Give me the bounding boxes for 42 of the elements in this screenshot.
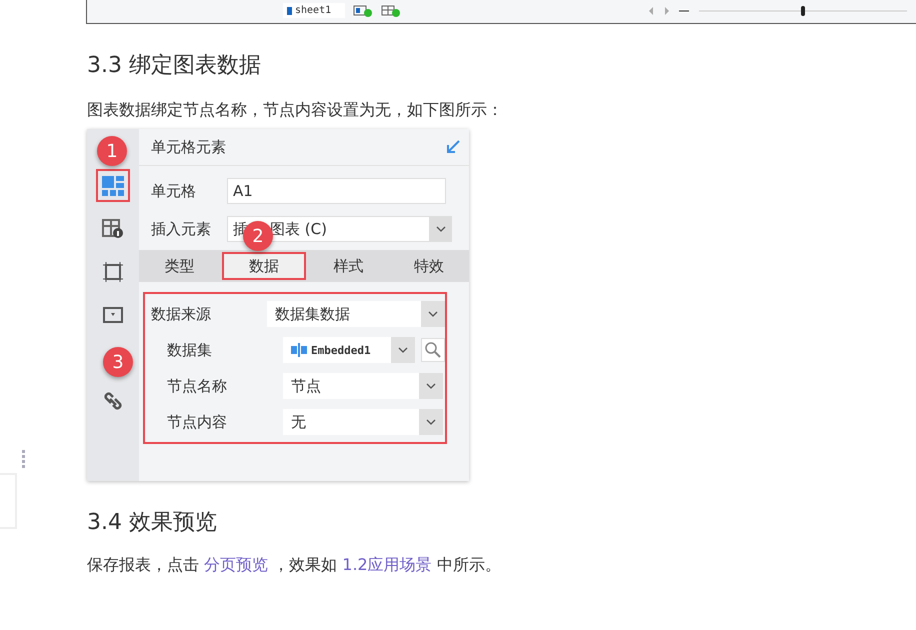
dataset-icon (291, 343, 307, 357)
body-text: ，效果如 (273, 555, 338, 574)
field-label: 节点内容 (166, 412, 228, 432)
field-label: 数据集 (166, 340, 213, 360)
cell-input-field[interactable]: A1 (227, 178, 446, 204)
field-label: 节点名称 (166, 376, 228, 396)
section-heading: 3.3 绑定图表数据 (87, 52, 262, 80)
dropdown-widget-icon[interactable] (103, 306, 123, 322)
border-icon[interactable] (103, 262, 123, 282)
intro-text: 图表数据绑定节点名称，节点内容设置为无，如下图所示： (87, 100, 503, 121)
caret-icon[interactable] (428, 311, 438, 317)
link[interactable]: 分页预览 (204, 555, 268, 574)
tab[interactable]: 数据 (222, 252, 306, 280)
field-label: 单元格 (151, 182, 197, 200)
tab[interactable]: 类型 (139, 252, 220, 280)
tab[interactable]: 样式 (308, 252, 388, 280)
body-text: 中所示。 (436, 555, 501, 574)
select-dropdown[interactable]: 数据集数据 (267, 301, 421, 327)
select-dropdown[interactable]: 节点 (283, 373, 419, 399)
caret-icon[interactable] (426, 419, 436, 425)
field-label: 数据来源 (151, 304, 212, 324)
link[interactable]: 1.2应用场景 (342, 555, 432, 574)
select-dropdown[interactable]: 无 (283, 409, 419, 435)
zoom-slider[interactable] (697, 4, 910, 16)
collapse-arrow-icon[interactable] (445, 139, 461, 155)
sheet-tab[interactable]: sheet1 (283, 3, 346, 18)
search-icon[interactable] (421, 338, 445, 362)
tab[interactable]: 特效 (388, 252, 469, 280)
grid-icon[interactable] (102, 176, 124, 196)
add-sheet-icon[interactable] (353, 4, 374, 16)
section-heading: 3.4 效果预览 (87, 509, 218, 537)
panel-title: 单元格元素 (151, 138, 226, 156)
add-report-icon[interactable] (381, 4, 402, 16)
dataset-dropdown[interactable]: Embedded1 (283, 337, 391, 363)
drag-handle-icon[interactable] (22, 450, 26, 468)
caret-icon[interactable] (398, 347, 408, 353)
field-label: 插入元素 (151, 220, 212, 238)
table-info-icon[interactable] (102, 218, 124, 238)
caret-icon[interactable] (436, 226, 446, 232)
body-text: 保存报表，点击 (87, 555, 199, 574)
caret-icon[interactable] (426, 383, 436, 389)
link-icon[interactable] (102, 390, 124, 410)
